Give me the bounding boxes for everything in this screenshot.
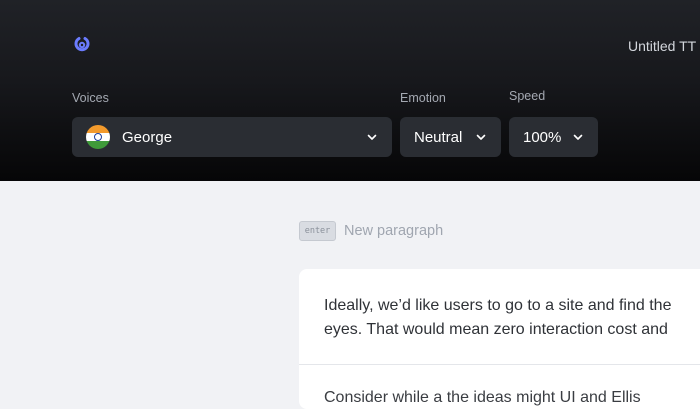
voice-select[interactable]: George xyxy=(72,117,392,157)
voice-value: George xyxy=(122,128,173,146)
speed-select[interactable]: 100% xyxy=(509,117,598,157)
chevron-down-icon xyxy=(573,134,583,140)
chevron-down-icon xyxy=(476,134,486,140)
enter-key-badge: enter xyxy=(299,221,336,241)
emotion-value: Neutral xyxy=(414,128,463,146)
new-paragraph-text: New paragraph xyxy=(344,223,444,239)
chevron-down-icon xyxy=(367,134,377,140)
new-paragraph-hint: enter New paragraph xyxy=(299,221,443,241)
emotion-label: Emotion xyxy=(400,91,446,105)
paragraph-line: eyes. That would mean zero interaction c… xyxy=(324,321,668,338)
emotion-select[interactable]: Neutral xyxy=(400,117,501,157)
speed-label: Speed xyxy=(509,89,546,103)
voices-label: Voices xyxy=(72,91,109,105)
paragraph-line: Ideally, we’d like users to go to a site… xyxy=(324,297,672,314)
paragraph-block[interactable]: Consider while a the ideas might UI and … xyxy=(324,389,641,407)
speed-value: 100% xyxy=(523,128,562,146)
india-flag-icon xyxy=(86,125,110,149)
editor-card[interactable]: Ideally, we’d like users to go to a site… xyxy=(299,269,700,409)
paragraph-divider xyxy=(299,364,700,365)
logo-icon[interactable] xyxy=(72,34,92,54)
paragraph-block[interactable]: Ideally, we’d like users to go to a site… xyxy=(324,294,700,342)
document-title[interactable]: Untitled TT xyxy=(628,38,696,54)
top-bar: Untitled TT Voices Emotion Speed George … xyxy=(0,0,700,181)
